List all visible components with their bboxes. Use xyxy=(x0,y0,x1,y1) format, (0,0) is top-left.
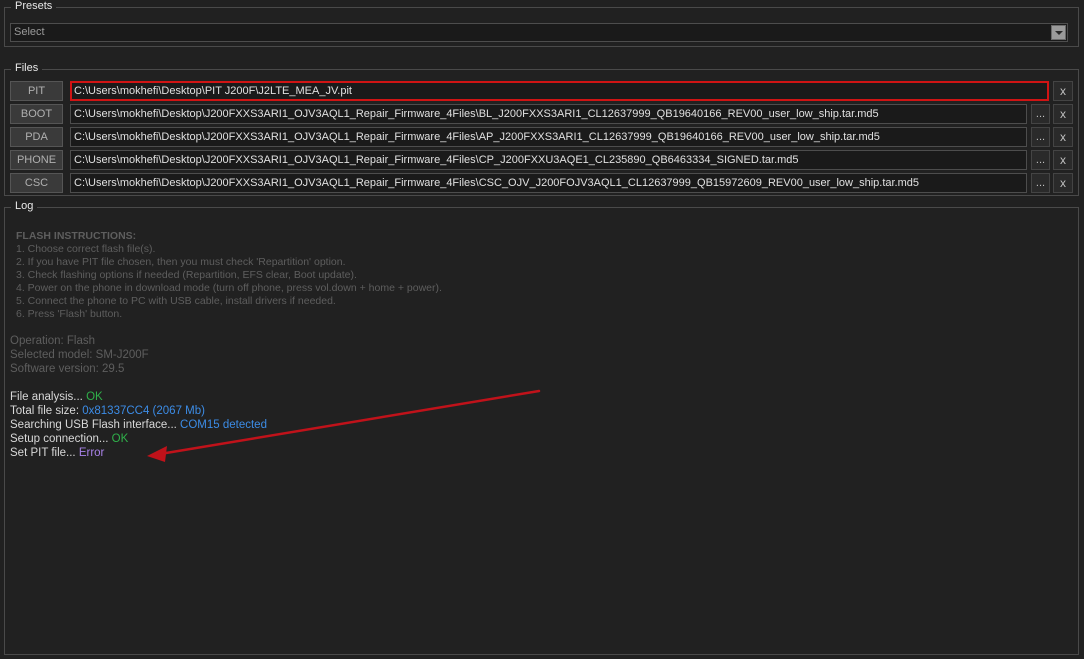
status-total-size: Total file size: 0x81337CC4 (2067 Mb) xyxy=(10,405,1070,419)
status-set-pit: Set PIT file... Error xyxy=(10,447,1070,461)
status-label: Total file size: xyxy=(10,405,83,417)
status-label: Searching USB Flash interface... xyxy=(10,419,181,431)
status-label: Set PIT file... xyxy=(10,447,79,459)
status-value: Error xyxy=(78,447,105,459)
status-value: COM15 detected xyxy=(180,419,267,431)
csc-browse-button[interactable]: ... xyxy=(1031,173,1050,193)
instruction-line: 1. Choose correct flash file(s). xyxy=(16,243,156,255)
phone-button[interactable]: PHONE xyxy=(10,150,63,170)
instruction-line: 4. Power on the phone in download mode (… xyxy=(16,282,442,294)
boot-path-field[interactable]: C:\Users\mokhefi\Desktop\J200FXXS3ARI1_O… xyxy=(70,104,1027,124)
instruction-line: 6. Press 'Flash' button. xyxy=(16,308,123,320)
csc-button[interactable]: CSC xyxy=(10,173,63,193)
pda-browse-button[interactable]: ... xyxy=(1031,127,1050,147)
files-title: Files xyxy=(11,62,43,74)
status-label: File analysis... xyxy=(10,391,87,403)
status-setup-connection: Setup connection... OK xyxy=(10,433,1070,447)
pda-button[interactable]: PDA xyxy=(10,127,63,147)
instructions-title: FLASH INSTRUCTIONS: xyxy=(16,230,137,242)
pit-button[interactable]: PIT xyxy=(10,81,63,101)
instruction-line: 2. If you have PIT file chosen, then you… xyxy=(16,256,346,268)
info-software-version: Software version: 29.5 xyxy=(10,363,125,375)
status-usb-search: Searching USB Flash interface... COM15 d… xyxy=(10,419,1070,433)
file-row-csc: CSC C:\Users\mokhefi\Desktop\J200FXXS3AR… xyxy=(10,173,1073,193)
status-file-analysis: File analysis... OK xyxy=(10,391,1070,405)
status-label: Setup connection... xyxy=(10,433,112,445)
phone-path-field[interactable]: C:\Users\mokhefi\Desktop\J200FXXS3ARI1_O… xyxy=(70,150,1027,170)
log-output[interactable]: FLASH INSTRUCTIONS: 1. Choose correct fl… xyxy=(10,230,1070,461)
presets-title: Presets xyxy=(11,0,57,12)
instruction-line: 5. Connect the phone to PC with USB cabl… xyxy=(16,295,336,307)
info-model: Selected model: SM-J200F xyxy=(10,349,149,361)
file-row-pit: PIT C:\Users\mokhefi\Desktop\PIT J200F\J… xyxy=(10,81,1073,101)
file-row-boot: BOOT C:\Users\mokhefi\Desktop\J200FXXS3A… xyxy=(10,104,1073,124)
phone-clear-button[interactable]: x xyxy=(1053,150,1073,170)
file-row-pda: PDA C:\Users\mokhefi\Desktop\J200FXXS3AR… xyxy=(10,127,1073,147)
phone-browse-button[interactable]: ... xyxy=(1031,150,1050,170)
chevron-down-icon[interactable] xyxy=(1051,25,1066,40)
files-group: Files PIT C:\Users\mokhefi\Desktop\PIT J… xyxy=(4,62,1079,196)
pda-path-field[interactable]: C:\Users\mokhefi\Desktop\J200FXXS3ARI1_O… xyxy=(70,127,1027,147)
csc-clear-button[interactable]: x xyxy=(1053,173,1073,193)
status-value: OK xyxy=(111,433,129,445)
presets-group: Presets Select xyxy=(4,0,1079,47)
status-value: OK xyxy=(86,391,103,403)
boot-clear-button[interactable]: x xyxy=(1053,104,1073,124)
log-group: Log FLASH INSTRUCTIONS: 1. Choose correc… xyxy=(4,200,1079,655)
status-value: 0x81337CC4 (2067 Mb) xyxy=(82,405,205,417)
presets-select[interactable]: Select xyxy=(10,23,1068,42)
pit-clear-button[interactable]: x xyxy=(1053,81,1073,101)
log-title: Log xyxy=(11,200,38,212)
file-row-phone: PHONE C:\Users\mokhefi\Desktop\J200FXXS3… xyxy=(10,150,1073,170)
pit-path-field[interactable]: C:\Users\mokhefi\Desktop\PIT J200F\J2LTE… xyxy=(70,81,1049,101)
presets-select-value: Select xyxy=(14,26,45,38)
boot-button[interactable]: BOOT xyxy=(10,104,63,124)
pda-clear-button[interactable]: x xyxy=(1053,127,1073,147)
csc-path-field[interactable]: C:\Users\mokhefi\Desktop\J200FXXS3ARI1_O… xyxy=(70,173,1027,193)
boot-browse-button[interactable]: ... xyxy=(1031,104,1050,124)
info-operation: Operation: Flash xyxy=(10,335,96,347)
instruction-line: 3. Check flashing options if needed (Rep… xyxy=(16,269,357,281)
